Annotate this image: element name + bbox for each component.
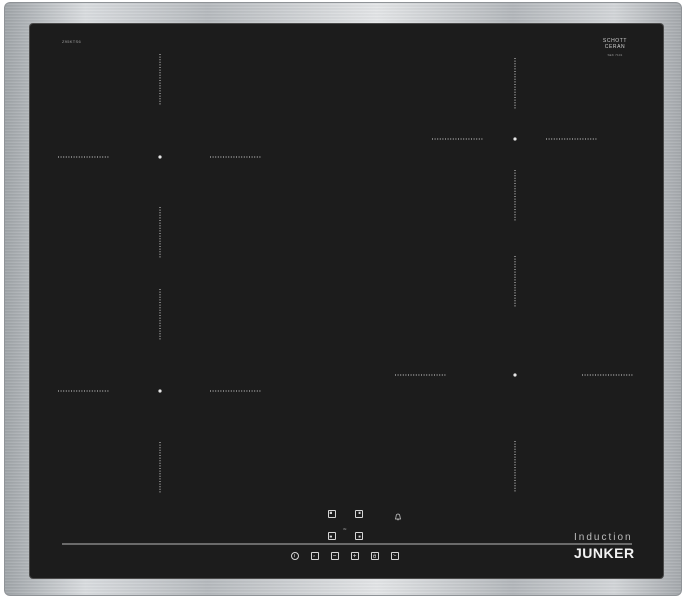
- plus-icon[interactable]: [351, 552, 359, 560]
- bell-icon[interactable]: [394, 513, 402, 521]
- induction-label: Induction: [574, 532, 633, 543]
- lock-icon[interactable]: [371, 552, 379, 560]
- brand-logo: JUNKER: [574, 545, 635, 561]
- control-small-label: rfc: [343, 527, 347, 531]
- cooking-zone-markings: [58, 54, 634, 494]
- zone-center-bottom-right: [513, 373, 517, 377]
- control-divider-line: [62, 543, 632, 545]
- zone-select-top-right-icon[interactable]: [355, 510, 363, 518]
- svg-text:P: P: [313, 554, 315, 558]
- timer-icon[interactable]: [391, 552, 399, 560]
- zone-select-top-left-icon[interactable]: [328, 510, 336, 518]
- cooktop-frame: Z95KTS6 SCHOTT CERAN SEK 7101 rfc Induct…: [4, 2, 682, 596]
- zone-select-bottom-right-icon[interactable]: [355, 532, 363, 540]
- ceramic-glass-surface: Z95KTS6 SCHOTT CERAN SEK 7101 rfc Induct…: [30, 24, 663, 578]
- zone-center-bottom-left: [158, 389, 162, 393]
- powerboost-icon[interactable]: P: [311, 552, 319, 560]
- zone-center-top-left: [158, 155, 162, 159]
- zone-center-top-right: [513, 137, 517, 141]
- zone-select-bottom-left-icon[interactable]: [328, 532, 336, 540]
- power-icon[interactable]: [291, 552, 299, 560]
- minus-icon[interactable]: [331, 552, 339, 560]
